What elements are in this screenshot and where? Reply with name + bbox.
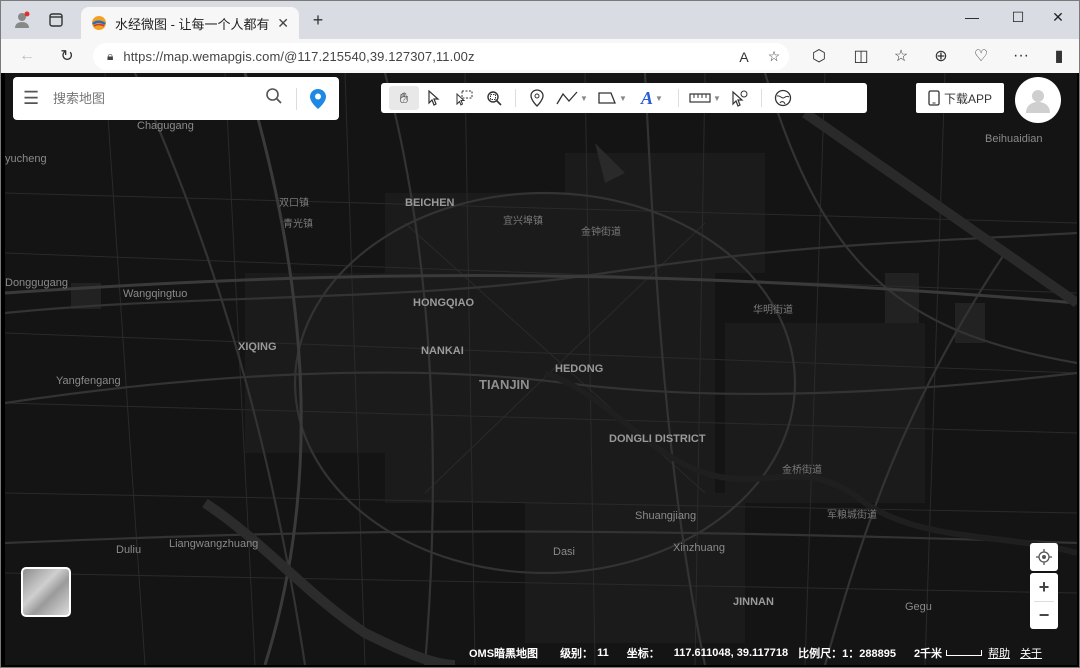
tab-close-icon[interactable]: ✕ bbox=[277, 15, 289, 32]
draw-polygon-icon[interactable]: ▼ bbox=[592, 86, 632, 110]
scalebar-graphic bbox=[946, 650, 983, 656]
map-label-wangqingtuo: Wangqingtuo bbox=[123, 288, 188, 300]
map-label-huaming: 华明街道 bbox=[753, 305, 793, 316]
scalebar-label: 2千米 bbox=[913, 648, 943, 660]
draw-line-icon[interactable]: ▼ bbox=[552, 86, 592, 110]
level-value: 11 bbox=[597, 647, 609, 659]
browser-window: 水经微图 - 让每一个人都有自己的地图 ✕ + — ☐ ✕ ← ↻ 🔒︎ htt… bbox=[0, 0, 1080, 668]
search-panel: ☰ bbox=[13, 77, 339, 120]
map-label-junliangcheng: 军粮城街道 bbox=[827, 510, 877, 521]
add-text-icon[interactable]: A ▼ bbox=[632, 86, 672, 110]
url-text: https://map.wemapgis.com/@117.215540,39.… bbox=[123, 49, 475, 64]
scale-label: 比例尺： bbox=[798, 648, 843, 660]
identify-pointer-icon[interactable] bbox=[725, 86, 755, 110]
toolbar-divider bbox=[678, 89, 679, 107]
split-screen-icon[interactable]: ◫ bbox=[847, 43, 875, 69]
map-label-nankai: NANKAI bbox=[421, 345, 464, 357]
scale-value: 1：288895 bbox=[842, 648, 896, 660]
sidebar-toggle-icon[interactable]: ▮ bbox=[1045, 43, 1073, 69]
help-link[interactable]: 帮助 bbox=[988, 645, 1010, 661]
map-label-tianjin: TIANJIN bbox=[479, 377, 530, 392]
toolbar-divider bbox=[515, 89, 516, 107]
add-marker-icon[interactable] bbox=[522, 86, 552, 110]
map-label-beichen: BEICHEN bbox=[405, 197, 455, 209]
map-label-shuangjiang: Shuangjiang bbox=[635, 510, 697, 522]
map-label-shuangkou: 双口镇 bbox=[279, 198, 309, 209]
level-label: 级别： bbox=[560, 648, 594, 660]
map-label-jinqiao: 金桥街道 bbox=[782, 465, 822, 476]
coord-value: 117.611048, 39.117718 bbox=[673, 647, 789, 659]
tab-title: 水经微图 - 让每一个人都有自己的地图 bbox=[115, 16, 271, 32]
map-label-dasi: Dasi bbox=[553, 546, 576, 558]
title-bar: 水经微图 - 让每一个人都有自己的地图 ✕ + — ☐ ✕ bbox=[1, 1, 1079, 39]
box-select-icon[interactable] bbox=[449, 86, 479, 110]
back-icon[interactable]: ← bbox=[13, 43, 41, 69]
map-basemap bbox=[5, 73, 1077, 665]
map-label-yucheng: yucheng bbox=[5, 153, 47, 165]
browser-essentials-icon[interactable]: ♡ bbox=[967, 43, 995, 69]
map-label-duliu: Duliu bbox=[116, 544, 142, 556]
map-toolbar: ✋︎ ▼ ▼ A ▼ ▼ bbox=[381, 83, 867, 113]
zoom-control: + − bbox=[1030, 573, 1058, 629]
minimize-icon[interactable]: — bbox=[949, 1, 995, 33]
user-avatar[interactable] bbox=[1015, 77, 1061, 123]
favorite-star-icon[interactable]: ☆ bbox=[759, 48, 789, 65]
search-input[interactable] bbox=[51, 90, 262, 107]
about-link[interactable]: 关于 bbox=[1020, 645, 1042, 661]
locate-me-icon[interactable] bbox=[1030, 543, 1058, 571]
measure-ruler-icon[interactable]: ▼ bbox=[685, 86, 725, 110]
extensions-icon[interactable]: ⬡ bbox=[805, 43, 833, 69]
search-divider bbox=[296, 87, 297, 110]
menu-icon[interactable]: ☰ bbox=[23, 88, 45, 109]
map-label-liangwangzhuang: Liangwangzhuang bbox=[169, 538, 259, 550]
map-label-xiqing: XIQING bbox=[238, 341, 277, 353]
map-canvas[interactable]: Chagugang yucheng 双口镇 青光镇 BEICHEN 宜兴埠镇 金… bbox=[5, 73, 1077, 665]
pan-hand-icon[interactable]: ✋︎ bbox=[389, 86, 419, 110]
tab-actions-icon[interactable] bbox=[43, 7, 69, 33]
select-pointer-icon[interactable] bbox=[419, 86, 449, 110]
globe-icon[interactable] bbox=[768, 86, 798, 110]
phone-icon bbox=[928, 90, 940, 106]
close-window-icon[interactable]: ✕ bbox=[1035, 1, 1080, 33]
zoom-area-icon[interactable] bbox=[479, 86, 509, 110]
address-bar[interactable]: 🔒︎ https://map.wemapgis.com/@117.215540,… bbox=[93, 43, 789, 70]
basemap-name[interactable]: OMS暗黑地图 bbox=[469, 645, 538, 661]
zoom-in-button[interactable]: + bbox=[1039, 573, 1050, 601]
browser-tab[interactable]: 水经微图 - 让每一个人都有自己的地图 ✕ bbox=[81, 7, 299, 39]
refresh-icon[interactable]: ↻ bbox=[53, 43, 81, 69]
site-favicon bbox=[92, 16, 106, 30]
toolbar-divider bbox=[761, 89, 762, 107]
map-label-yixingbu: 宜兴埠镇 bbox=[503, 216, 543, 227]
coord-label: 坐标： bbox=[626, 648, 660, 660]
map-label-beihuaidian: Beihuaidian bbox=[985, 133, 1043, 145]
map-label-jinnan: JINNAN bbox=[733, 596, 774, 608]
lock-icon: 🔒︎ bbox=[107, 49, 114, 63]
map-status-bar: OMS暗黑地图 级别： 11 坐标： 117.611048, 39.117718… bbox=[469, 645, 1048, 661]
map-label-jinzhong: 金钟街道 bbox=[581, 227, 621, 238]
favorites-icon[interactable]: ☆ bbox=[887, 43, 915, 69]
map-label-donggugang: Donggugang bbox=[5, 277, 69, 289]
collections-icon[interactable]: ⊕ bbox=[927, 43, 955, 69]
map-label-hedong: HEDONG bbox=[555, 363, 604, 375]
navigation-bar: ← ↻ 🔒︎ https://map.wemapgis.com/@117.215… bbox=[1, 39, 1079, 73]
read-aloud-icon[interactable]: A bbox=[729, 49, 759, 65]
map-label-dongli: DONGLI DISTRICT bbox=[609, 433, 706, 445]
zoom-out-button[interactable]: − bbox=[1039, 602, 1050, 629]
new-tab-icon[interactable]: + bbox=[305, 7, 331, 33]
download-app-label: 下载APP bbox=[943, 91, 992, 106]
map-label-xinzhuang: Xinzhuang bbox=[673, 542, 725, 554]
basemap-switcher-thumbnail[interactable] bbox=[21, 567, 71, 617]
map-label-chagugang: Chagugang bbox=[137, 120, 194, 132]
more-menu-icon[interactable]: ··· bbox=[1007, 43, 1035, 69]
download-app-button[interactable]: 下载APP bbox=[916, 83, 1004, 113]
map-label-yangfengang: Yangfengang bbox=[56, 375, 121, 387]
map-label-gegu: Gegu bbox=[905, 601, 932, 613]
search-icon[interactable] bbox=[262, 87, 286, 110]
location-pin-icon[interactable] bbox=[307, 88, 329, 110]
profile-icon[interactable] bbox=[9, 7, 35, 33]
map-label-qingguang: 青光镇 bbox=[283, 219, 313, 230]
map-label-hongqiao: HONGQIAO bbox=[413, 297, 475, 309]
